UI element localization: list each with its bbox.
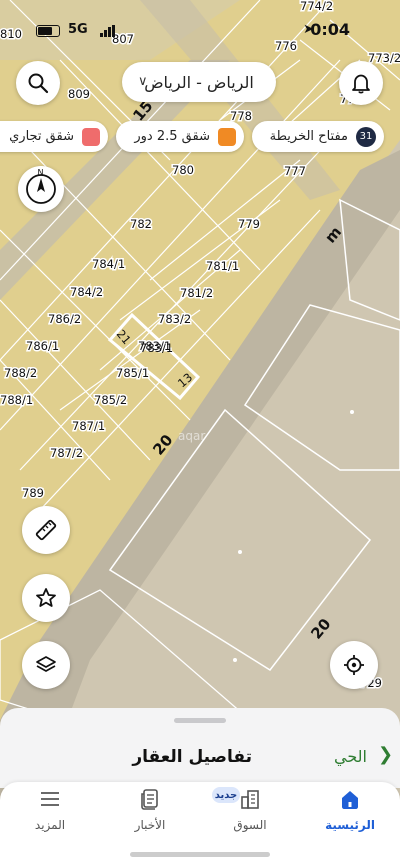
chevron-down-icon: ∨ [138, 74, 148, 89]
parcel-label[interactable]: 779 [238, 217, 260, 231]
map-point [233, 658, 237, 662]
parcel-label[interactable]: 785/1 [116, 366, 149, 380]
search-button[interactable] [16, 61, 60, 105]
star-icon [36, 588, 56, 607]
legend-chip-apartments[interactable]: شقق 2.5 دور [116, 121, 244, 152]
status-bar: 5G ➤ 0:04 [0, 0, 400, 52]
news-icon [141, 789, 158, 810]
layers-button[interactable] [22, 641, 70, 689]
notifications-button[interactable] [339, 61, 383, 105]
selected-parcel-label: 783/1 [140, 341, 173, 355]
measure-button[interactable] [22, 506, 70, 554]
legend-chip-label: شقق تجاري [9, 129, 74, 144]
bell-icon [352, 74, 370, 94]
parcel-label[interactable]: 784/1 [92, 257, 125, 271]
parcel-label[interactable]: 787/1 [72, 419, 105, 433]
sheet-grab-handle[interactable] [174, 718, 226, 723]
parcel-label[interactable]: 780 [172, 163, 194, 177]
layers-icon [36, 656, 56, 672]
map-key-count: 31 [356, 126, 376, 147]
legend-color-swatch [218, 127, 236, 146]
parcel-label[interactable]: 773/2 [368, 51, 400, 65]
city-selector-label: الرياض - الرياض [144, 72, 254, 92]
parcel-label[interactable]: 786/2 [48, 312, 81, 326]
ruler-icon [35, 519, 57, 541]
city-selector[interactable]: ∨ الرياض - الرياض [122, 62, 276, 102]
parcel-label[interactable]: 788/1 [0, 393, 33, 407]
parcel-label[interactable]: 788/2 [4, 366, 37, 380]
legend-chip-label: شقق 2.5 دور [134, 129, 210, 144]
tab-label-active: الرئيسية [325, 818, 375, 832]
compass-button[interactable]: N [18, 166, 64, 212]
map-key-label: مفتاح الخريطة [269, 129, 348, 144]
tab-news[interactable]: الأخبار [100, 782, 200, 842]
building-icon [241, 790, 259, 809]
legend-chip-commercial[interactable]: شقق تجاري [0, 121, 108, 152]
parcel-label[interactable]: 786/1 [26, 339, 59, 353]
chevron-right-icon[interactable]: ❯ [378, 744, 393, 765]
signal-icon [100, 25, 116, 37]
parcel-label[interactable]: 789 [22, 486, 44, 500]
parcel-label[interactable]: 783/2 [158, 312, 191, 326]
favorites-button[interactable] [22, 574, 70, 622]
battery-icon [36, 25, 60, 37]
compass-north-label: N [38, 168, 44, 177]
tab-more[interactable]: المزيد [0, 782, 100, 842]
map-key-button[interactable]: 31 مفتاح الخريطة [252, 121, 384, 152]
menu-icon [41, 792, 59, 806]
crosshair-icon [344, 655, 364, 675]
parcel-label[interactable]: 777 [284, 164, 306, 178]
map-point [350, 410, 354, 414]
district-link[interactable]: الحي [334, 747, 367, 766]
legend-color-swatch [82, 127, 100, 146]
map-watermark: aqar [178, 429, 205, 443]
parcel-label[interactable]: 785/2 [94, 393, 127, 407]
search-icon [28, 73, 49, 94]
parcel-label[interactable]: 787/2 [50, 446, 83, 460]
sheet-title: تفاصيل العقار [132, 747, 252, 767]
parcel-label[interactable]: 809 [68, 87, 90, 101]
network-label: 5G [68, 22, 88, 37]
tab-label: المزيد [34, 818, 66, 832]
tab-home[interactable]: الرئيسية [300, 782, 400, 842]
home-indicator [130, 852, 270, 857]
tab-label: السوق [233, 818, 267, 832]
parcel-label[interactable]: 781/2 [180, 286, 213, 300]
home-icon [342, 791, 358, 809]
compass-icon: N [26, 168, 56, 204]
new-badge: جديد [212, 787, 240, 803]
parcel-label[interactable]: 781/1 [206, 259, 239, 273]
my-location-button[interactable] [330, 641, 378, 689]
parcel-label[interactable]: 782 [130, 217, 152, 231]
map-point [238, 550, 242, 554]
parcel-label[interactable]: 784/2 [70, 285, 103, 299]
tab-label: الأخبار [134, 818, 166, 832]
status-time: 0:04 [310, 20, 350, 39]
